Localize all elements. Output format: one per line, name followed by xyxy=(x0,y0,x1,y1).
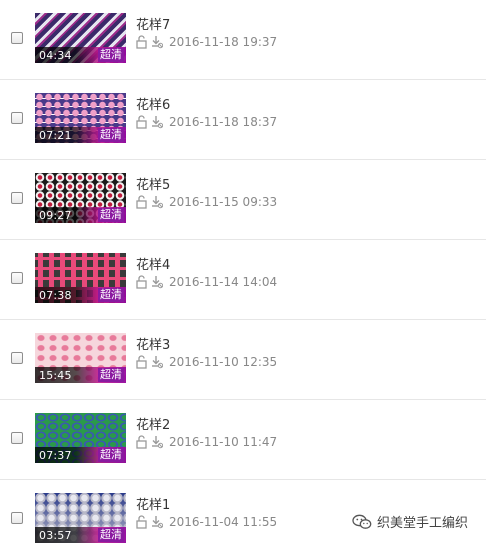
video-title[interactable]: 花样2 xyxy=(136,414,170,433)
video-duration: 04:34 xyxy=(39,49,72,62)
quality-badge: 超清 xyxy=(98,288,124,302)
video-meta: 2016-11-10 12:35 xyxy=(136,354,277,370)
video-title[interactable]: 花样4 xyxy=(136,254,170,273)
download-disabled-icon xyxy=(151,115,163,129)
download-disabled-icon xyxy=(151,355,163,369)
unlock-icon xyxy=(136,435,148,449)
select-checkbox[interactable] xyxy=(11,432,23,444)
select-checkbox[interactable] xyxy=(11,352,23,364)
video-title[interactable]: 花样3 xyxy=(136,334,170,353)
select-checkbox[interactable] xyxy=(11,512,23,524)
upload-date: 2016-11-04 11:55 xyxy=(169,515,278,529)
video-thumbnail[interactable]: 04:34 超清 xyxy=(35,13,126,63)
video-title[interactable]: 花样6 xyxy=(136,94,170,113)
video-meta: 2016-11-15 09:33 xyxy=(136,194,277,210)
video-meta: 2016-11-04 11:55 xyxy=(136,514,277,530)
quality-badge: 超清 xyxy=(98,448,124,462)
upload-date: 2016-11-18 18:37 xyxy=(169,115,278,129)
video-meta: 2016-11-10 11:47 xyxy=(136,434,277,450)
list-item[interactable]: 07:37 超清 花样2 2016-11-10 11:47 xyxy=(0,400,486,480)
video-thumbnail[interactable]: 07:21 超清 xyxy=(35,93,126,143)
video-meta: 2016-11-18 18:37 xyxy=(136,114,277,130)
video-duration: 07:38 xyxy=(39,289,72,302)
video-duration: 15:45 xyxy=(39,369,72,382)
video-thumbnail[interactable]: 03:57 超清 xyxy=(35,493,126,543)
upload-date: 2016-11-18 19:37 xyxy=(169,35,278,49)
video-title[interactable]: 花样1 xyxy=(136,494,170,513)
video-duration: 07:21 xyxy=(39,129,72,142)
list-item[interactable]: 07:21 超清 花样6 2016-11-18 18:37 xyxy=(0,80,486,160)
unlock-icon xyxy=(136,115,148,129)
unlock-icon xyxy=(136,195,148,209)
select-checkbox[interactable] xyxy=(11,112,23,124)
quality-badge: 超清 xyxy=(98,368,124,382)
list-item[interactable]: 07:38 超清 花样4 2016-11-14 14:04 xyxy=(0,240,486,320)
quality-badge: 超清 xyxy=(98,128,124,142)
video-title[interactable]: 花样7 xyxy=(136,14,170,33)
list-item[interactable]: 04:34 超清 花样7 2016-11-18 19:37 xyxy=(0,0,486,80)
download-disabled-icon xyxy=(151,275,163,289)
video-duration: 03:57 xyxy=(39,529,72,542)
unlock-icon xyxy=(136,355,148,369)
upload-date: 2016-11-14 14:04 xyxy=(169,275,278,289)
video-duration: 09:27 xyxy=(39,209,72,222)
upload-date: 2016-11-10 11:47 xyxy=(169,435,278,449)
select-checkbox[interactable] xyxy=(11,272,23,284)
download-disabled-icon xyxy=(151,195,163,209)
quality-badge: 超清 xyxy=(98,48,124,62)
quality-badge: 超清 xyxy=(98,208,124,222)
upload-date: 2016-11-10 12:35 xyxy=(169,355,278,369)
wechat-logo-icon xyxy=(352,514,372,530)
video-thumbnail[interactable]: 07:37 超清 xyxy=(35,413,126,463)
video-meta: 2016-11-14 14:04 xyxy=(136,274,277,290)
list-item[interactable]: 09:27 超清 花样5 2016-11-15 09:33 xyxy=(0,160,486,240)
video-thumbnail[interactable]: 15:45 超清 xyxy=(35,333,126,383)
video-list: 04:34 超清 花样7 2016-11-18 19:37 07:21 超清 花… xyxy=(0,0,486,560)
unlock-icon xyxy=(136,275,148,289)
video-title[interactable]: 花样5 xyxy=(136,174,170,193)
upload-date: 2016-11-15 09:33 xyxy=(169,195,278,209)
download-disabled-icon xyxy=(151,515,163,529)
video-duration: 07:37 xyxy=(39,449,72,462)
select-checkbox[interactable] xyxy=(11,192,23,204)
unlock-icon xyxy=(136,35,148,49)
download-disabled-icon xyxy=(151,435,163,449)
video-meta: 2016-11-18 19:37 xyxy=(136,34,277,50)
watermark-text: 织美堂手工编织 xyxy=(376,516,468,531)
video-thumbnail[interactable]: 07:38 超清 xyxy=(35,253,126,303)
download-disabled-icon xyxy=(151,35,163,49)
wechat-watermark: 织美堂手工编织 xyxy=(352,512,468,531)
list-item[interactable]: 15:45 超清 花样3 2016-11-10 12:35 xyxy=(0,320,486,400)
unlock-icon xyxy=(136,515,148,529)
video-thumbnail[interactable]: 09:27 超清 xyxy=(35,173,126,223)
quality-badge: 超清 xyxy=(98,528,124,542)
select-checkbox[interactable] xyxy=(11,32,23,44)
